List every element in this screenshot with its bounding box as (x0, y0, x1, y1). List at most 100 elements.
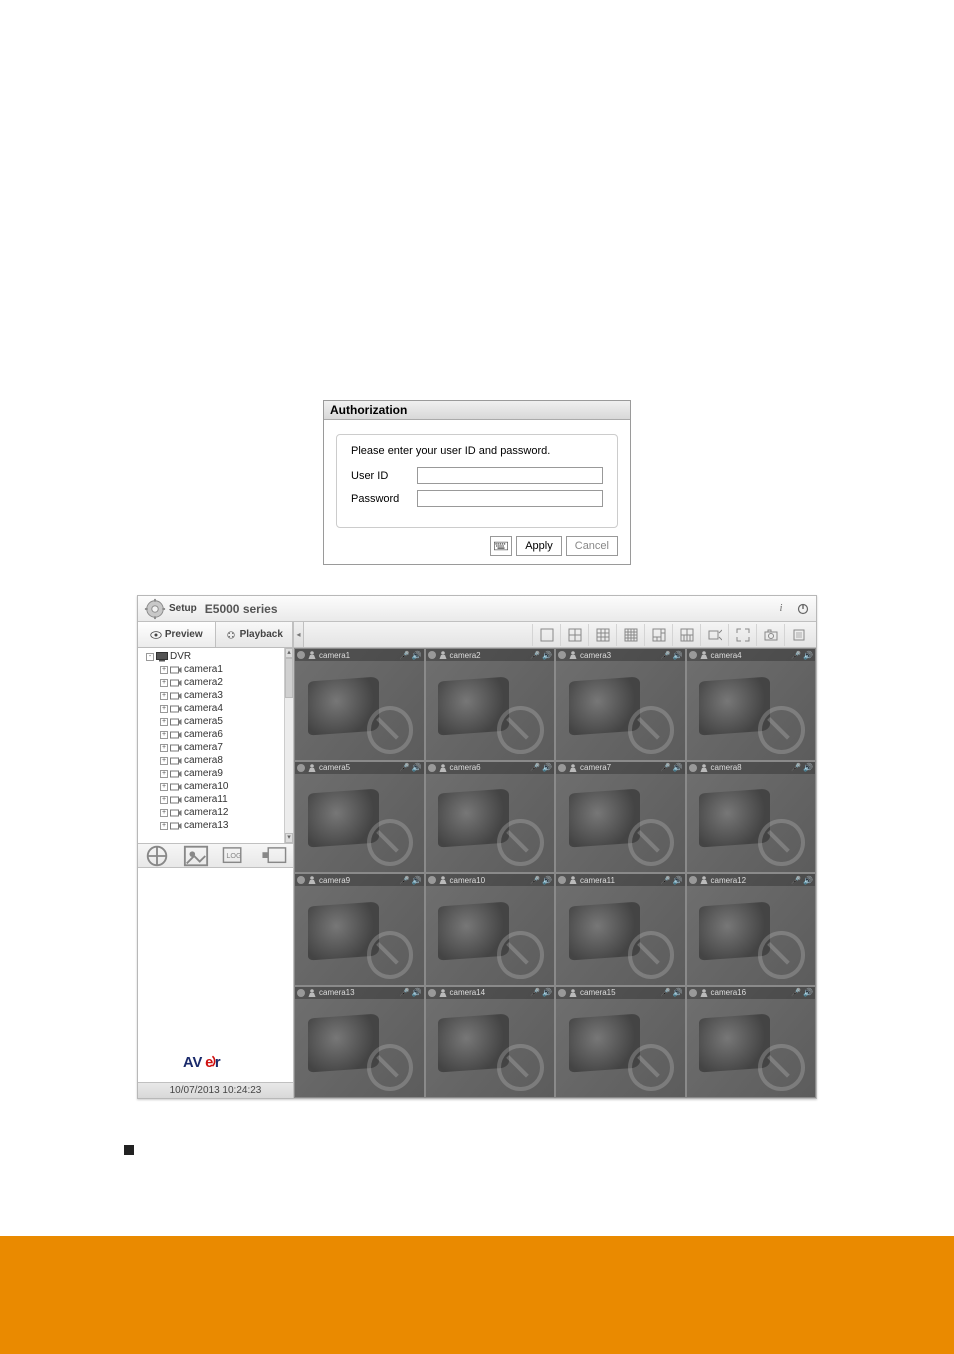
camera-cell[interactable]: camera13🎤🔊 (294, 986, 425, 1099)
layout-1plus5-button[interactable] (644, 624, 672, 646)
camera-cell[interactable]: camera12🎤🔊 (686, 873, 817, 986)
event-tool-button[interactable] (261, 847, 287, 865)
sidebar-collapse-button[interactable]: ◂ (294, 622, 304, 647)
password-input[interactable] (417, 490, 603, 507)
camera-cell-bar: camera6🎤🔊 (426, 762, 555, 774)
layout-2x2-button[interactable] (560, 624, 588, 646)
camera-label: camera5 (319, 763, 350, 772)
expand-icon[interactable]: + (160, 770, 168, 778)
sidebar-tools: LOG (138, 844, 293, 868)
tree-item[interactable]: +camera13 (140, 819, 291, 832)
sidebar: - DVR +camera1+camera2+camera3+camera4+c… (138, 648, 294, 1098)
camera-cell[interactable]: camera2🎤🔊 (425, 648, 556, 761)
tree-root-label: DVR (170, 651, 191, 662)
layout-4x4-button[interactable] (616, 624, 644, 646)
tree-item[interactable]: +camera7 (140, 741, 291, 754)
tree-item-label: camera4 (184, 702, 223, 715)
expand-icon[interactable]: + (160, 809, 168, 817)
expand-icon[interactable]: + (160, 731, 168, 739)
tree-item[interactable]: +camera2 (140, 676, 291, 689)
scroll-thumb[interactable] (285, 658, 293, 698)
expand-icon[interactable]: + (160, 744, 168, 752)
scroll-down-icon[interactable]: ▾ (285, 833, 293, 843)
tree-item[interactable]: + camera4 (140, 702, 291, 715)
camera-cell[interactable]: camera16🎤🔊 (686, 986, 817, 1099)
tree-item[interactable]: +camera12 (140, 806, 291, 819)
tree-scrollbar[interactable]: ▴ ▾ (284, 648, 293, 843)
aspect-button[interactable] (784, 624, 812, 646)
power-icon[interactable] (796, 602, 810, 616)
mic-icon: 🎤 (791, 763, 801, 772)
tree-item[interactable]: +camera5 (140, 715, 291, 728)
expand-icon[interactable]: + (160, 705, 168, 713)
setup-button[interactable]: Setup (144, 598, 197, 620)
record-indicator-icon (558, 989, 566, 997)
camera-cell[interactable]: camera14🎤🔊 (425, 986, 556, 1099)
ptz-tool-button[interactable] (144, 847, 170, 865)
record-indicator-icon (689, 876, 697, 884)
tab-playback[interactable]: Playback (216, 622, 294, 647)
camera-cell[interactable]: camera4🎤🔊 (686, 648, 817, 761)
layout-custom-button[interactable] (672, 624, 700, 646)
ptz-icon (699, 875, 709, 885)
record-indicator-icon (689, 989, 697, 997)
tree-item[interactable]: +camera9 (140, 767, 291, 780)
camera-cell[interactable]: camera1🎤🔊 (294, 648, 425, 761)
camera-cell[interactable]: camera3🎤🔊 (555, 648, 686, 761)
expand-icon[interactable]: + (160, 666, 168, 674)
tree-item[interactable]: +camera10 (140, 780, 291, 793)
tree-item-label: camera3 (184, 689, 223, 702)
camera-cell[interactable]: camera5🎤🔊 (294, 761, 425, 874)
camera-cell[interactable]: camera6🎤🔊 (425, 761, 556, 874)
ptz-icon (438, 763, 448, 773)
setup-label: Setup (169, 603, 197, 614)
camera-cell[interactable]: camera9🎤🔊 (294, 873, 425, 986)
camera-cell[interactable]: camera8🎤🔊 (686, 761, 817, 874)
camera-cell[interactable]: camera15🎤🔊 (555, 986, 686, 1099)
fullscreen-button[interactable] (728, 624, 756, 646)
record-indicator-icon (297, 764, 305, 772)
expand-icon[interactable]: + (160, 718, 168, 726)
picture-tool-button[interactable] (183, 847, 209, 865)
tree-root-dvr[interactable]: - DVR (140, 650, 291, 663)
tree-item[interactable]: +camera11 (140, 793, 291, 806)
ptz-icon (438, 650, 448, 660)
expand-icon[interactable]: + (160, 679, 168, 687)
scroll-up-icon[interactable]: ▴ (285, 648, 293, 658)
log-tool-button[interactable]: LOG (222, 847, 248, 865)
camera-placeholder (295, 661, 424, 760)
camera-cell-bar: camera16🎤🔊 (687, 987, 816, 999)
camera-cell[interactable]: camera11🎤🔊 (555, 873, 686, 986)
camera-placeholder (295, 886, 424, 985)
camera-label: camera8 (711, 763, 742, 772)
camera-cell[interactable]: camera10🎤🔊 (425, 873, 556, 986)
apply-button[interactable]: Apply (516, 536, 562, 556)
autoscan-button[interactable] (700, 624, 728, 646)
camera-tree[interactable]: - DVR +camera1+camera2+camera3+camera4+c… (138, 648, 293, 844)
camera-cell[interactable]: camera7🎤🔊 (555, 761, 686, 874)
tab-preview[interactable]: Preview (138, 622, 216, 647)
svg-text:LOG: LOG (226, 851, 242, 860)
tree-item[interactable]: +camera1 (140, 663, 291, 676)
expand-icon[interactable]: + (160, 796, 168, 804)
expand-icon[interactable]: + (160, 783, 168, 791)
tree-item[interactable]: +camera6 (140, 728, 291, 741)
expand-icon[interactable]: + (160, 757, 168, 765)
cancel-button[interactable]: Cancel (566, 536, 618, 556)
camera-cell-bar: camera15🎤🔊 (556, 987, 685, 999)
camera-placeholder (426, 774, 555, 873)
info-icon[interactable]: i (774, 602, 788, 616)
square-bullet-icon (124, 1145, 134, 1155)
snapshot-button[interactable] (756, 624, 784, 646)
expand-icon[interactable]: + (160, 692, 168, 700)
tree-item[interactable]: + camera3 (140, 689, 291, 702)
tree-item[interactable]: +camera8 (140, 754, 291, 767)
auth-message: Please enter your user ID and password. (351, 445, 603, 457)
user-id-input[interactable] (417, 467, 603, 484)
virtual-keyboard-button[interactable] (490, 536, 512, 556)
speaker-icon: 🔊 (673, 876, 683, 885)
layout-3x3-button[interactable] (588, 624, 616, 646)
expand-icon[interactable]: + (160, 822, 168, 830)
layout-1x1-button[interactable] (532, 624, 560, 646)
expand-icon[interactable]: - (146, 653, 154, 661)
